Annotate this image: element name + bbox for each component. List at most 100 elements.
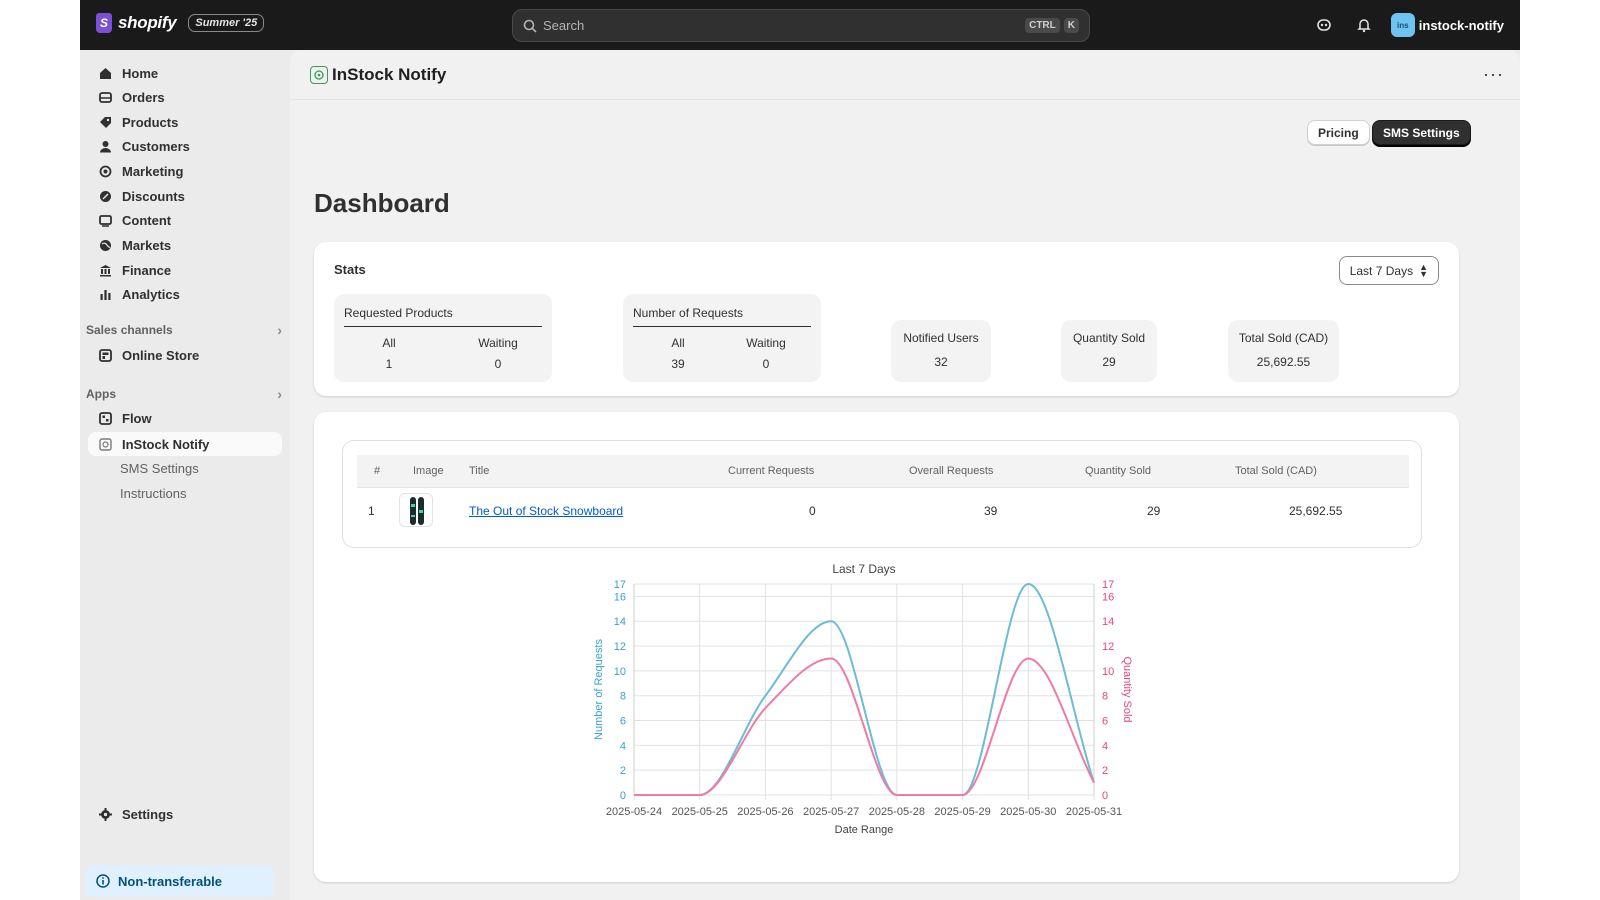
- sidebar-item-finance[interactable]: Finance: [88, 258, 282, 282]
- x-tick-label: 2025-05-30: [1000, 806, 1056, 818]
- sidebar-item-discounts[interactable]: Discounts: [88, 184, 282, 208]
- tag-icon: [98, 115, 112, 129]
- stat-label: Number of Requests: [633, 306, 811, 327]
- sidebar-item-online-store[interactable]: Online Store: [88, 343, 282, 367]
- stat-sub-label: All: [671, 336, 685, 350]
- sidebar-subitem-sms-settings[interactable]: SMS Settings: [120, 461, 199, 476]
- y-tick-label-left: 16: [614, 591, 626, 603]
- sms-settings-button[interactable]: SMS Settings: [1372, 120, 1471, 145]
- stat-sub-label: Waiting: [746, 336, 786, 350]
- sidebar-item-markets[interactable]: Markets: [88, 233, 282, 257]
- sidebar-item-label: Marketing: [122, 163, 184, 179]
- stat-value: 32: [934, 355, 948, 369]
- shopify-logo[interactable]: S shopify Summer '25: [96, 13, 265, 33]
- y-tick-label-right: 10: [1102, 666, 1114, 678]
- sidebar-item-orders[interactable]: Orders: [88, 85, 282, 109]
- pricing-button[interactable]: Pricing: [1307, 120, 1370, 145]
- section-label: Sales channels: [86, 323, 173, 337]
- y-tick-label-right: 17: [1102, 579, 1114, 591]
- bar-chart-icon: [98, 287, 112, 301]
- y-tick-label-left: 4: [620, 740, 626, 752]
- sidebar-item-products[interactable]: Products: [88, 110, 282, 134]
- brand-name: shopify: [118, 13, 177, 32]
- y-tick-label-left: 12: [614, 641, 626, 653]
- y-tick-label-right: 14: [1102, 616, 1114, 628]
- y-tick-label-right: 16: [1102, 591, 1114, 603]
- y-tick-label-right: 6: [1102, 716, 1108, 728]
- non-transferable-banner[interactable]: Non-transferable: [86, 865, 274, 897]
- sidebar: Home Orders Products Customers Marketing…: [80, 50, 290, 900]
- requests-chart: Last 7 Days0 02 24 46 68 810 1012 1214 1416 1617 1…: [593, 562, 1133, 836]
- home-icon: [98, 66, 112, 80]
- stat-label: Notified Users: [903, 331, 979, 345]
- stat-value: 0: [494, 357, 502, 371]
- stats-card: Stats Last 7 Days ▲ ▼ Requested Products …: [314, 242, 1459, 396]
- bell-icon[interactable]: [1351, 12, 1377, 38]
- top-bar: S shopify Summer '25 CTRL K ins instock-…: [80, 0, 1520, 50]
- stat-label: Requested Products: [344, 306, 542, 327]
- app-title: InStock Notify: [332, 64, 447, 84]
- sidebar-item-settings[interactable]: Settings: [88, 802, 282, 826]
- sales-channels-section[interactable]: Sales channels ›: [86, 322, 282, 338]
- more-actions-button[interactable]: ···: [1483, 64, 1504, 85]
- target-icon: [98, 164, 112, 178]
- y-tick-label-right: 12: [1102, 641, 1114, 653]
- x-axis-title: Date Range: [835, 824, 894, 836]
- sidekick-icon[interactable]: [1311, 12, 1337, 38]
- notified-users-stat: Notified Users 32: [891, 320, 991, 382]
- search-icon: [523, 19, 537, 33]
- chart-title: Last 7 Days: [832, 562, 895, 576]
- y-tick-label-right: 4: [1102, 740, 1108, 752]
- sidebar-item-label: Discounts: [122, 188, 185, 204]
- stat-label: Total Sold (CAD): [1238, 331, 1329, 345]
- total-sold-stat: Total Sold (CAD) 25,692.55: [1228, 320, 1339, 382]
- chevron-right-icon: ›: [277, 386, 282, 402]
- search-bar[interactable]: CTRL K: [512, 9, 1090, 42]
- sidebar-item-instock-notify[interactable]: InStock Notify: [88, 432, 282, 456]
- x-tick-label: 2025-05-26: [737, 806, 793, 818]
- edition-badge[interactable]: Summer '25: [188, 14, 265, 32]
- sidebar-item-label: InStock Notify: [122, 436, 210, 452]
- store-menu[interactable]: ins instock-notify: [1390, 13, 1504, 37]
- select-arrows-icon: ▲ ▼: [1419, 261, 1428, 279]
- sidebar-item-label: Products: [122, 114, 179, 130]
- sidebar-item-label: Markets: [122, 237, 172, 253]
- y-axis-title-left: Number of Requests: [593, 639, 605, 740]
- instock-app-icon: [98, 437, 112, 451]
- x-tick-label: 2025-05-24: [606, 806, 662, 818]
- sidebar-item-marketing[interactable]: Marketing: [88, 159, 282, 183]
- sidebar-subitem-instructions[interactable]: Instructions: [120, 486, 186, 501]
- y-tick-label-left: 10: [614, 666, 626, 678]
- y-tick-label-left: 14: [614, 616, 626, 628]
- store-name: instock-notify: [1418, 17, 1504, 33]
- series-line: [634, 582, 1095, 796]
- sidebar-item-home[interactable]: Home: [88, 61, 282, 85]
- sidebar-item-label: Home: [122, 65, 159, 81]
- date-range-select[interactable]: Last 7 Days ▲ ▼: [1338, 256, 1439, 285]
- person-icon: [98, 139, 112, 153]
- sidebar-item-label: Customers: [122, 138, 190, 154]
- stat-label: Quantity Sold: [1072, 331, 1146, 345]
- sidebar-item-flow[interactable]: Flow: [88, 406, 282, 430]
- series-line: [634, 657, 1095, 796]
- sidebar-item-label: Settings: [122, 806, 174, 822]
- sidebar-item-label: Analytics: [122, 286, 180, 302]
- requested-products-stat: Requested Products All Waiting 1 0: [334, 294, 552, 382]
- x-tick-label: 2025-05-31: [1066, 806, 1122, 818]
- shortcut-k: K: [1063, 18, 1079, 33]
- instock-logo-icon: [310, 65, 328, 84]
- apps-section[interactable]: Apps ›: [86, 386, 282, 402]
- section-label: Apps: [86, 387, 116, 401]
- app-header: InStock Notify: [290, 50, 1520, 100]
- sidebar-item-analytics[interactable]: Analytics: [88, 282, 282, 306]
- gear-icon: [98, 807, 112, 821]
- stat-value: 25,692.55: [1256, 355, 1311, 369]
- number-of-requests-stat: Number of Requests All Waiting 39 0: [623, 294, 821, 382]
- storefront-icon: [98, 348, 112, 362]
- search-input[interactable]: [543, 18, 1022, 33]
- stat-sub-label: Waiting: [478, 336, 518, 350]
- sidebar-item-customers[interactable]: Customers: [88, 134, 282, 158]
- y-axis-title-right: Quantity Sold: [1121, 656, 1133, 722]
- y-tick-label-left: 6: [620, 716, 626, 728]
- sidebar-item-content[interactable]: Content: [88, 208, 282, 232]
